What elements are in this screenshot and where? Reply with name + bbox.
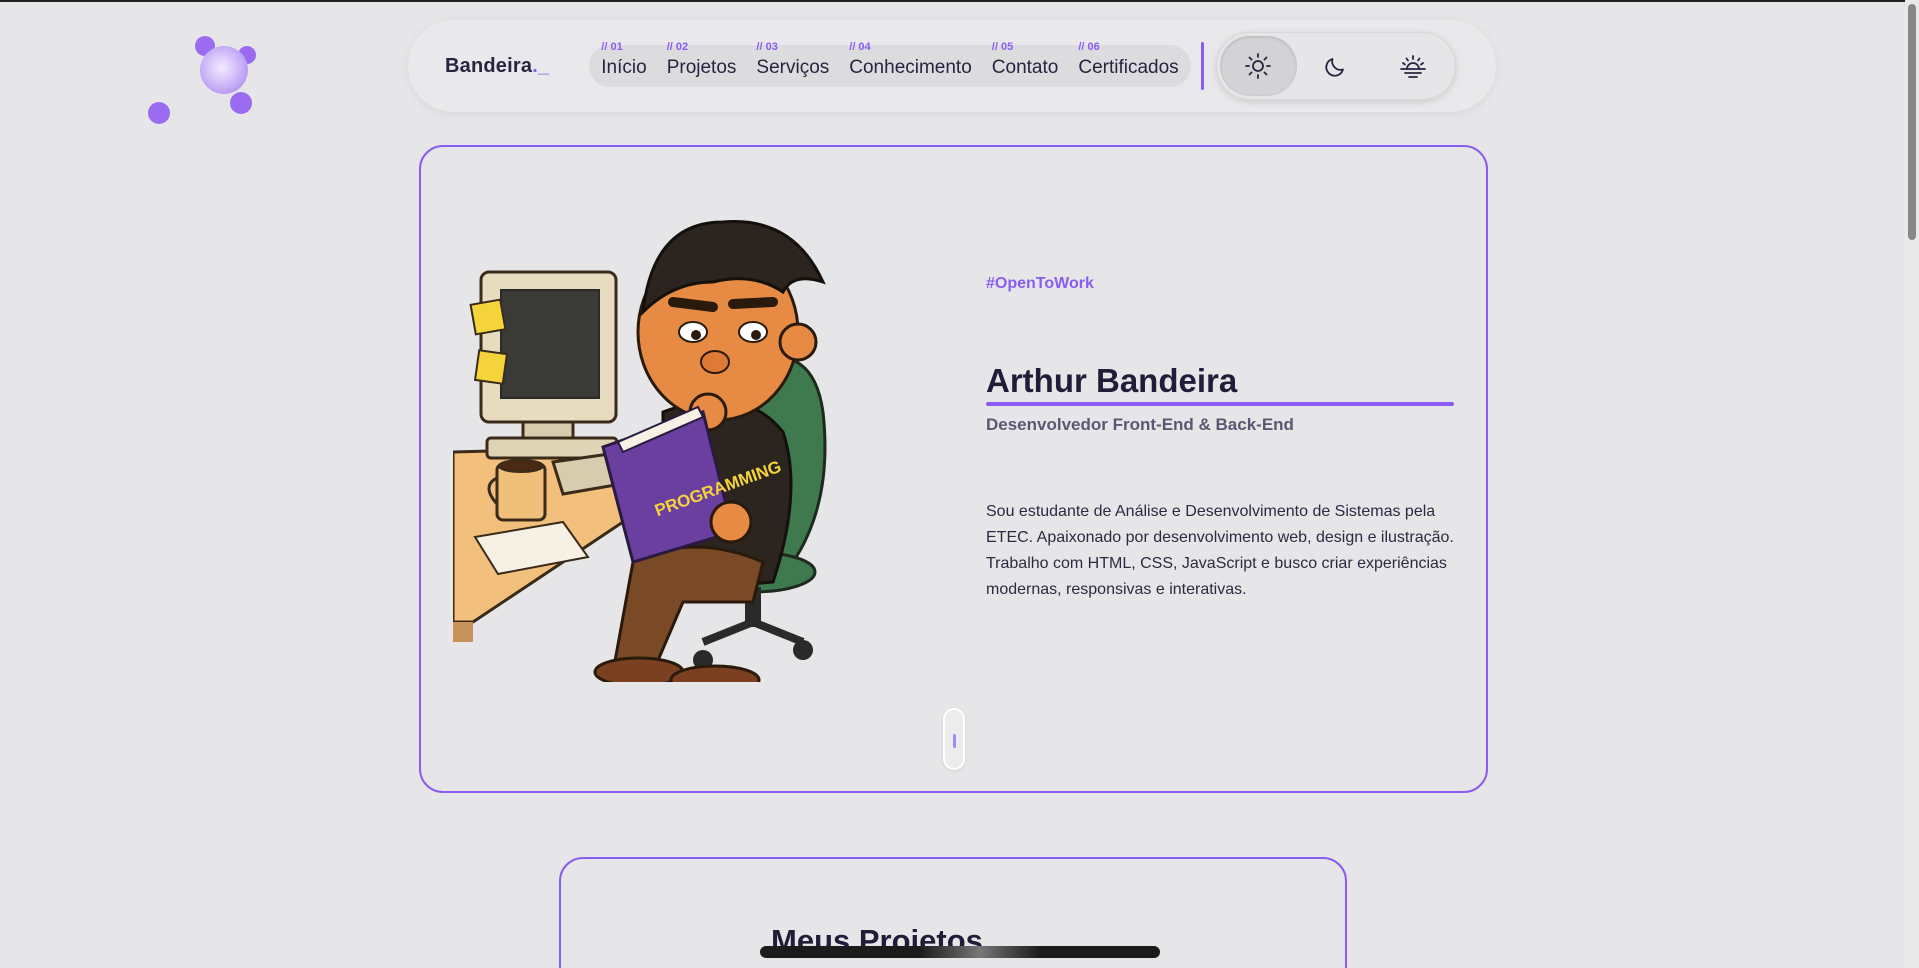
nav-divider — [1200, 42, 1204, 90]
hero-card: PROGRAMMING #OpenToWork Arthur Bandeira … — [419, 145, 1488, 793]
hero-name: Arthur Bandeira — [986, 362, 1238, 399]
nav-item-inicio[interactable]: // 01 Início — [601, 41, 647, 79]
decorative-blobs — [140, 30, 270, 130]
nav-item-contato[interactable]: // 05 Contato — [991, 41, 1059, 79]
blob-dot — [148, 102, 170, 124]
nav-item-label: Projetos — [666, 57, 737, 78]
scroll-down-indicator[interactable] — [943, 708, 965, 770]
page-scrollbar[interactable] — [1905, 0, 1919, 968]
window-top-border — [0, 0, 1919, 2]
hero-role: Desenvolvedor Front-End & Back-End — [986, 415, 1294, 434]
nav-item-label: Conhecimento — [849, 57, 972, 78]
blob-orb — [200, 46, 248, 94]
nav-item-number: // 03 — [756, 41, 778, 53]
theme-switcher — [1215, 32, 1456, 100]
sunset-icon — [1400, 55, 1426, 78]
scrollbar-thumb[interactable] — [1908, 4, 1916, 240]
nav-item-number: // 01 — [601, 41, 623, 53]
brand-logo[interactable]: Bandeira._ — [445, 55, 549, 78]
nav-item-label: Certificados — [1078, 57, 1179, 78]
theme-sunset-button[interactable] — [1374, 36, 1451, 96]
nav-item-label: Início — [601, 57, 647, 78]
navbar: Bandeira._ // 01 Início // 02 Projetos /… — [408, 20, 1496, 112]
nav-links: // 01 Início // 02 Projetos // 03 Serviç… — [589, 41, 1191, 87]
theme-dark-button[interactable] — [1297, 36, 1374, 96]
nav-item-projetos[interactable]: // 02 Projetos — [666, 41, 737, 79]
developer-illustration: PROGRAMMING — [453, 220, 827, 682]
blob-dot — [230, 92, 252, 114]
hero-bio: Sou estudante de Análise e Desenvolvimen… — [986, 503, 1454, 598]
nav-item-number: // 04 — [849, 41, 871, 53]
nav-item-conhecimento[interactable]: // 04 Conhecimento — [849, 41, 972, 79]
nav-item-label: Serviços — [756, 57, 830, 78]
brand-name: Bandeira — [445, 54, 533, 77]
theme-light-button[interactable] — [1219, 36, 1297, 96]
scroll-indicator-dot — [953, 734, 956, 748]
home-indicator-bar — [760, 946, 1160, 958]
nav-item-servicos[interactable]: // 03 Serviços — [756, 41, 830, 79]
nav-item-number: // 05 — [991, 41, 1014, 53]
open-to-work-tag: #OpenToWork — [986, 275, 1094, 292]
sun-icon — [1245, 53, 1272, 79]
nav-item-number: // 02 — [666, 41, 689, 53]
brand-cursor: ._ — [532, 54, 550, 77]
moon-icon — [1325, 58, 1344, 77]
nav-item-number: // 06 — [1078, 41, 1100, 53]
nav-item-certificados[interactable]: // 06 Certificados — [1078, 41, 1179, 79]
nav-item-label: Contato — [991, 57, 1059, 78]
name-underline — [986, 402, 1454, 406]
